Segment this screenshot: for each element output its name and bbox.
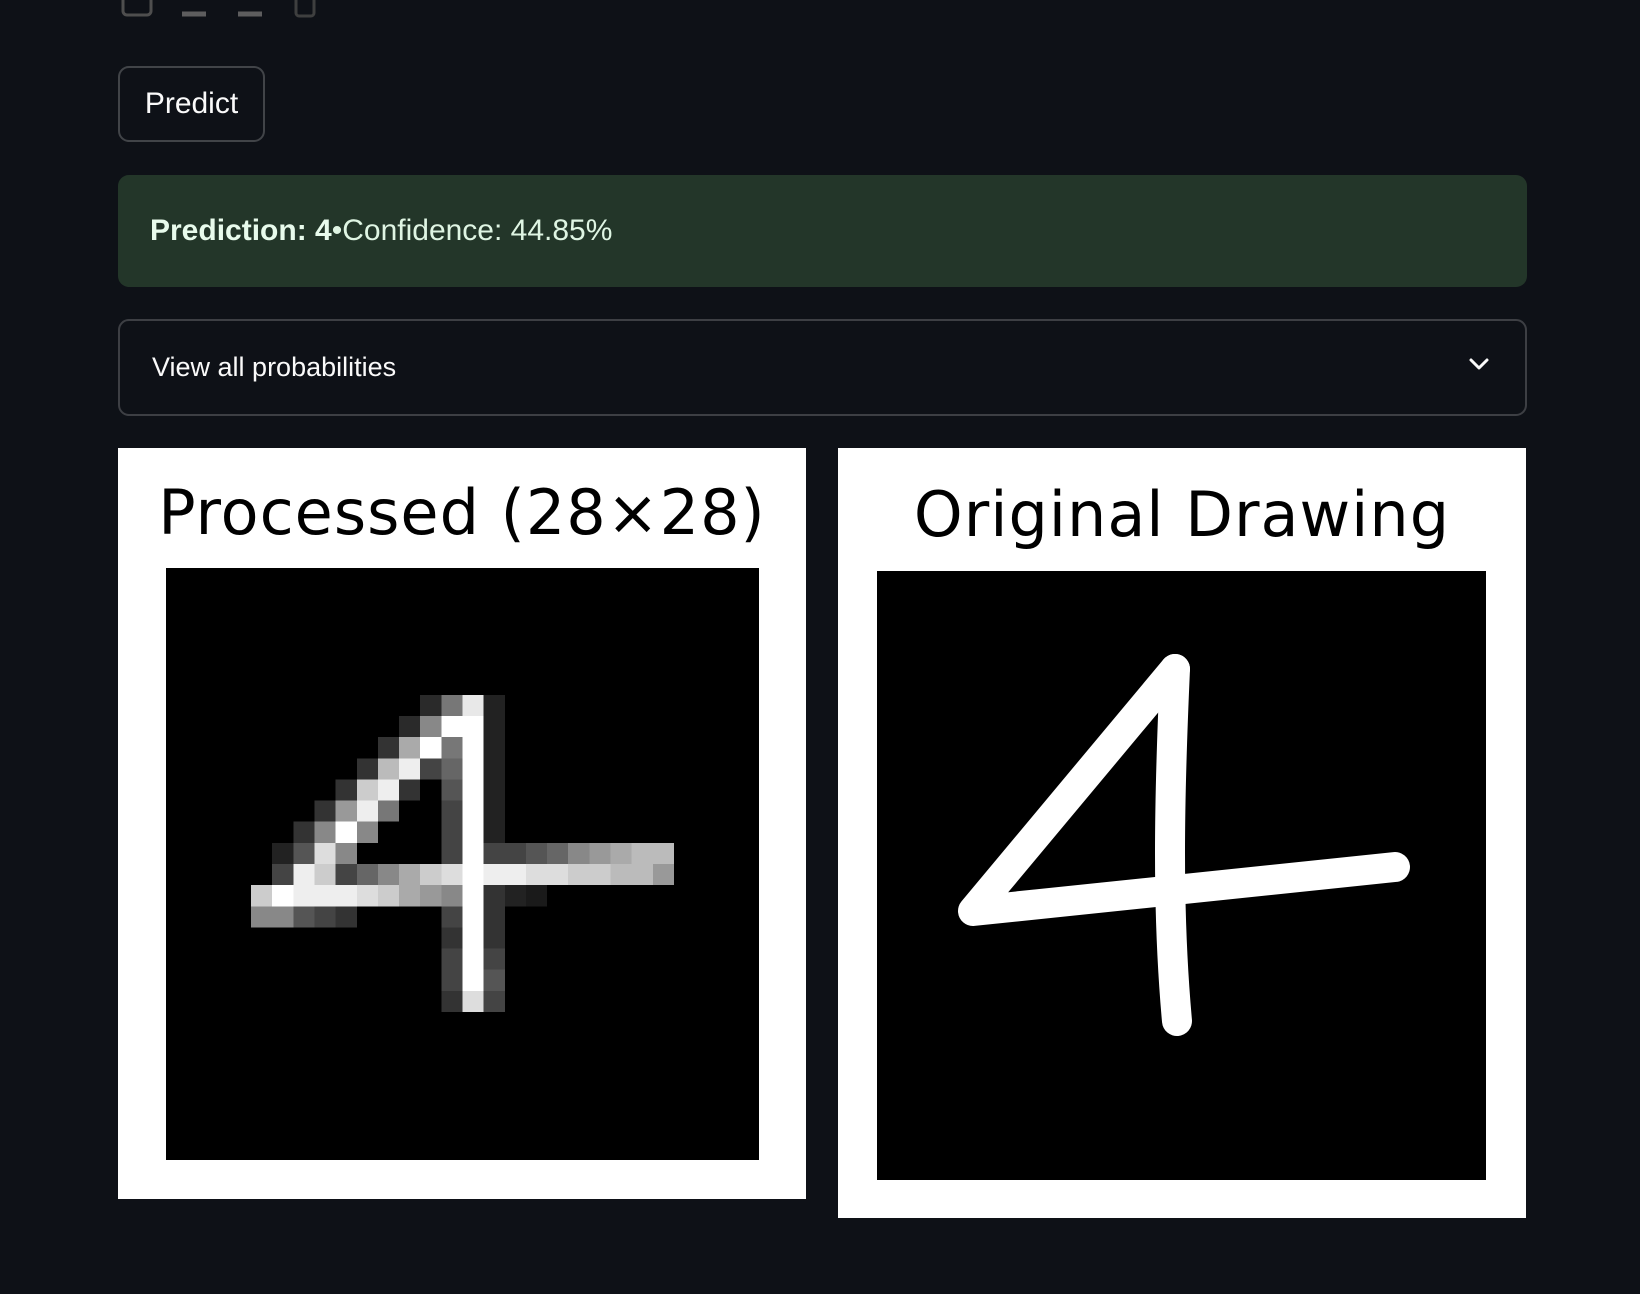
processed-digit-image — [166, 568, 759, 1160]
predict-button[interactable]: Predict — [118, 66, 265, 142]
processed-figure-title: Processed (28×28) — [158, 476, 766, 549]
probabilities-expander[interactable]: View all probabilities — [118, 319, 1527, 416]
canvas-toolbar — [118, 0, 324, 18]
confidence-label: Confidence: 44.85% — [342, 214, 613, 247]
result-separator: • — [331, 214, 343, 247]
expander-label: View all probabilities — [152, 352, 397, 382]
app-page: Predict Prediction: 4 • Confidence: 44.8… — [0, 0, 1640, 1294]
original-drawing-image — [877, 571, 1486, 1180]
processed-figure: Processed (28×28) — [118, 448, 806, 1199]
redo-icon[interactable] — [230, 0, 268, 18]
original-figure: Original Drawing — [838, 448, 1526, 1218]
chevron-down-icon — [1467, 352, 1491, 383]
undo-icon[interactable] — [174, 0, 212, 18]
trash-icon[interactable] — [286, 0, 324, 18]
prediction-result-alert: Prediction: 4 • Confidence: 44.85% — [118, 175, 1527, 287]
download-icon[interactable] — [118, 0, 156, 18]
original-figure-title: Original Drawing — [913, 478, 1451, 551]
prediction-label: Prediction: 4 — [150, 214, 332, 247]
